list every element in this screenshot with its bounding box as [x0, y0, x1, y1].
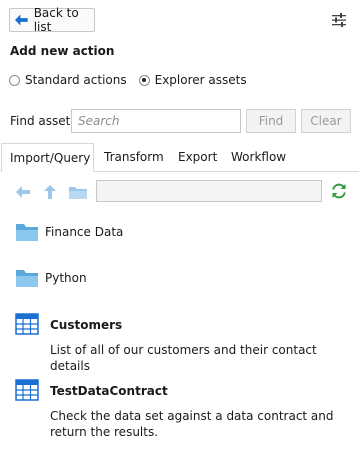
radio-standard-actions[interactable]: Standard actions	[9, 73, 127, 87]
radio-explorer-assets[interactable]: Explorer assets	[138, 73, 247, 87]
list-item-customers[interactable]: Customers List of all of our customers a…	[0, 312, 359, 373]
back-to-list-label: Back to list	[33, 6, 79, 34]
radio-standard-label: Standard actions	[25, 73, 127, 87]
sliders-icon[interactable]	[331, 12, 347, 28]
asset-description: Check the data set against a data contra…	[50, 409, 334, 439]
path-field[interactable]	[96, 180, 322, 202]
radio-explorer-label: Explorer assets	[154, 73, 247, 87]
folder-icon	[16, 270, 38, 287]
tab-workflow[interactable]: Workflow	[231, 143, 286, 171]
asset-description: List of all of our customers and their c…	[50, 343, 317, 373]
tab-export[interactable]: Export	[178, 143, 217, 171]
folder-name: Python	[45, 271, 87, 285]
find-button[interactable]: Find	[246, 109, 296, 133]
asset-name: TestDataContract	[50, 384, 168, 398]
category-tabs: Import/Query Transform Export Workflow	[0, 143, 359, 172]
table-grid-icon	[15, 379, 39, 401]
folder-icon	[16, 224, 38, 241]
radio-explorer-dot[interactable]	[138, 74, 150, 86]
section-title: Add new action	[10, 44, 115, 58]
folder-name: Finance Data	[45, 225, 124, 239]
tab-transform[interactable]: Transform	[104, 143, 164, 171]
find-asset-label: Find asset	[10, 114, 71, 128]
tab-import-query[interactable]: Import/Query	[1, 143, 94, 172]
navigation-bar	[0, 180, 359, 204]
arrow-left-icon	[15, 14, 28, 26]
add-action-panel: Back to list Add new action Standard act…	[0, 0, 359, 453]
nav-up-arrow-icon[interactable]	[41, 183, 59, 201]
radio-standard-dot[interactable]	[9, 74, 20, 86]
list-item-testdatacontract[interactable]: TestDataContract Check the data set agai…	[0, 378, 359, 444]
list-item-finance-data[interactable]: Finance Data	[0, 220, 359, 246]
table-grid-icon	[15, 313, 39, 335]
mode-radio-group: Standard actions Explorer assets	[9, 73, 259, 87]
back-to-list-button[interactable]: Back to list	[9, 6, 95, 34]
list-item-python[interactable]: Python	[0, 266, 359, 292]
nav-back-arrow-icon[interactable]	[14, 183, 32, 201]
nav-folder-icon[interactable]	[68, 183, 88, 201]
clear-button[interactable]: Clear	[301, 109, 351, 133]
search-input[interactable]	[71, 109, 241, 133]
refresh-icon[interactable]	[330, 182, 348, 200]
asset-name: Customers	[50, 318, 123, 332]
